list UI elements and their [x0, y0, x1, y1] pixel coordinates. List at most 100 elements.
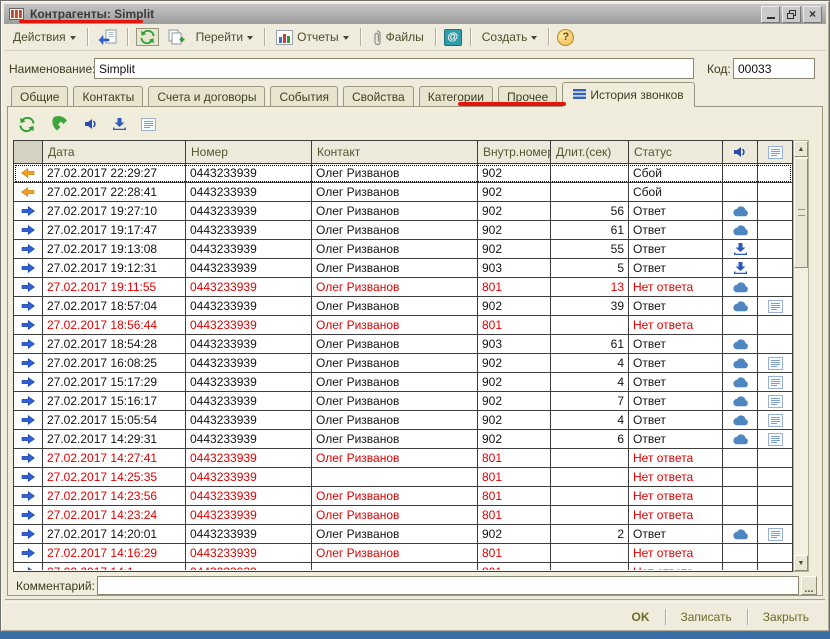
scroll-down-button[interactable]: ▼: [794, 555, 808, 571]
outgoing-call-icon: [21, 282, 35, 292]
duration-cell: 13: [551, 278, 629, 297]
call-row[interactable]: 27.02.2017 19:12:310443233939Олег Ризван…: [14, 259, 792, 278]
status-cell: Нет ответа: [629, 563, 723, 570]
column-header[interactable]: Контакт: [312, 141, 478, 164]
call-row[interactable]: 27.02.2017 19:11:550443233939Олег Ризван…: [14, 278, 792, 297]
call-history-list-icon: [573, 88, 586, 102]
vertical-scrollbar[interactable]: ▲ ▼: [793, 140, 809, 572]
record-cell: [723, 544, 758, 563]
column-header[interactable]: Внутр.номер: [478, 141, 551, 164]
email-button[interactable]: @: [444, 29, 462, 46]
call-row[interactable]: 27.02.2017 16:08:250443233939Олег Ризван…: [14, 354, 792, 373]
comment-input[interactable]: [97, 576, 799, 595]
column-header[interactable]: Статус: [629, 141, 723, 164]
call-row[interactable]: 27.02.2017 14:27:410443233939Олег Ризван…: [14, 449, 792, 468]
call-row[interactable]: 27.02.2017 19:13:080443233939Олег Ризван…: [14, 240, 792, 259]
call-row[interactable]: 27.02.2017 22:28:410443233939Олег Ризван…: [14, 183, 792, 202]
ext-number-cell: 902: [478, 525, 551, 544]
close-button[interactable]: ×: [803, 6, 822, 23]
call-row[interactable]: 27.02.2017 15:16:170443233939Олег Ризван…: [14, 392, 792, 411]
column-header[interactable]: Номер: [186, 141, 312, 164]
call-row[interactable]: 27.02.2017 18:57:040443233939Олег Ризван…: [14, 297, 792, 316]
tab-3[interactable]: События: [270, 86, 338, 107]
reports-menu-button[interactable]: Отчеты: [273, 28, 351, 47]
scroll-up-button[interactable]: ▲: [794, 141, 808, 157]
tab-4[interactable]: Свойства: [343, 86, 414, 107]
arrow-page-button[interactable]: [96, 28, 119, 47]
tab-call-history[interactable]: История звонков: [562, 82, 694, 107]
refresh-icon: [18, 117, 36, 132]
column-header[interactable]: Длит.(сек): [551, 141, 629, 164]
call-row[interactable]: 27.02.2017 14:29:310443233939Олег Ризван…: [14, 430, 792, 449]
call-row[interactable]: 27.02.2017 14:16:290443233939Олег Ризван…: [14, 544, 792, 563]
restore-button[interactable]: [782, 6, 801, 23]
footer-separator: [5, 599, 825, 603]
speaker-button[interactable]: [82, 116, 100, 132]
call-row[interactable]: 27.02.2017 19:27:100443233939Олег Ризван…: [14, 202, 792, 221]
call-row[interactable]: 27.02.2017 14:20:010443233939Олег Ризван…: [14, 525, 792, 544]
call-row[interactable]: 27.02.2017 14:10443233939801Нет ответа: [14, 563, 792, 570]
call-row[interactable]: 27.02.2017 22:29:270443233939Олег Ризван…: [14, 164, 792, 183]
help-button[interactable]: ?: [557, 29, 574, 46]
call-row[interactable]: 27.02.2017 18:54:280443233939Олег Ризван…: [14, 335, 792, 354]
files-button[interactable]: Файлы: [369, 27, 427, 48]
phone-call-button[interactable]: [49, 114, 71, 134]
call-row[interactable]: 27.02.2017 18:56:440443233939Олег Ризван…: [14, 316, 792, 335]
outgoing-call-icon: [21, 529, 35, 539]
date-cell: 27.02.2017 14:23:56: [43, 487, 186, 506]
contact-cell: Олег Ризванов: [312, 487, 478, 506]
column-header[interactable]: Дата: [43, 141, 186, 164]
reports-menu-label: Отчеты: [297, 30, 338, 44]
create-menu-button[interactable]: Создать: [479, 28, 541, 46]
call-table-body: 27.02.2017 22:29:270443233939Олег Ризван…: [14, 164, 792, 570]
call-row[interactable]: 27.02.2017 19:17:470443233939Олег Ризван…: [14, 221, 792, 240]
tab-2[interactable]: Счета и договоры: [148, 86, 265, 107]
tab-1[interactable]: Контакты: [73, 86, 143, 107]
download-icon: [113, 118, 126, 130]
outgoing-call-icon: [21, 415, 35, 425]
refresh-button[interactable]: [136, 28, 159, 46]
column-header-direction[interactable]: [14, 141, 43, 164]
number-cell: 0443233939: [186, 525, 312, 544]
actions-menu-button[interactable]: Действия: [10, 28, 79, 46]
call-row[interactable]: 27.02.2017 14:23:560443233939Олег Ризван…: [14, 487, 792, 506]
name-input[interactable]: [94, 58, 694, 79]
record-cloud-icon: [732, 339, 749, 350]
ok-button[interactable]: OK: [626, 608, 656, 626]
code-input[interactable]: [733, 58, 815, 79]
note-cell: [758, 430, 792, 449]
note-cell: [758, 411, 792, 430]
copy-add-button[interactable]: [165, 28, 187, 46]
scroll-thumb[interactable]: [794, 158, 808, 268]
call-row[interactable]: 27.02.2017 15:17:290443233939Олег Ризван…: [14, 373, 792, 392]
footer-button-separator: [665, 609, 666, 625]
refresh-button[interactable]: [16, 115, 38, 134]
comment-more-button[interactable]: ...: [801, 576, 817, 595]
download-button[interactable]: [111, 116, 128, 132]
outgoing-call-icon: [21, 377, 35, 387]
call-row[interactable]: 27.02.2017 14:25:350443233939801Нет отве…: [14, 468, 792, 487]
goto-menu-button[interactable]: Перейти: [193, 28, 257, 46]
tab-label: События: [279, 90, 329, 104]
record-cell: [723, 430, 758, 449]
minimize-button[interactable]: [761, 6, 780, 23]
call-row[interactable]: 27.02.2017 14:23:240443233939Олег Ризван…: [14, 506, 792, 525]
chevron-down-icon: [247, 36, 253, 40]
call-direction-cell: [14, 411, 43, 430]
contact-cell: Олег Ризванов: [312, 392, 478, 411]
ext-number-cell: 801: [478, 506, 551, 525]
outgoing-call-icon: [21, 263, 35, 273]
close-form-button[interactable]: Закрыть: [757, 608, 815, 626]
tab-label: Общие: [20, 90, 59, 104]
tab-label: История звонков: [590, 88, 683, 102]
column-header-note[interactable]: [758, 141, 792, 164]
save-button[interactable]: Записать: [675, 608, 738, 626]
tab-0[interactable]: Общие: [11, 86, 68, 107]
toolbar-separator: [360, 28, 361, 46]
column-header-record[interactable]: [723, 141, 758, 164]
refresh-icon: [139, 30, 156, 44]
toolbar-separator: [127, 28, 128, 46]
call-row[interactable]: 27.02.2017 15:05:540443233939Олег Ризван…: [14, 411, 792, 430]
number-cell: 0443233939: [186, 221, 312, 240]
document-button[interactable]: [139, 116, 158, 133]
